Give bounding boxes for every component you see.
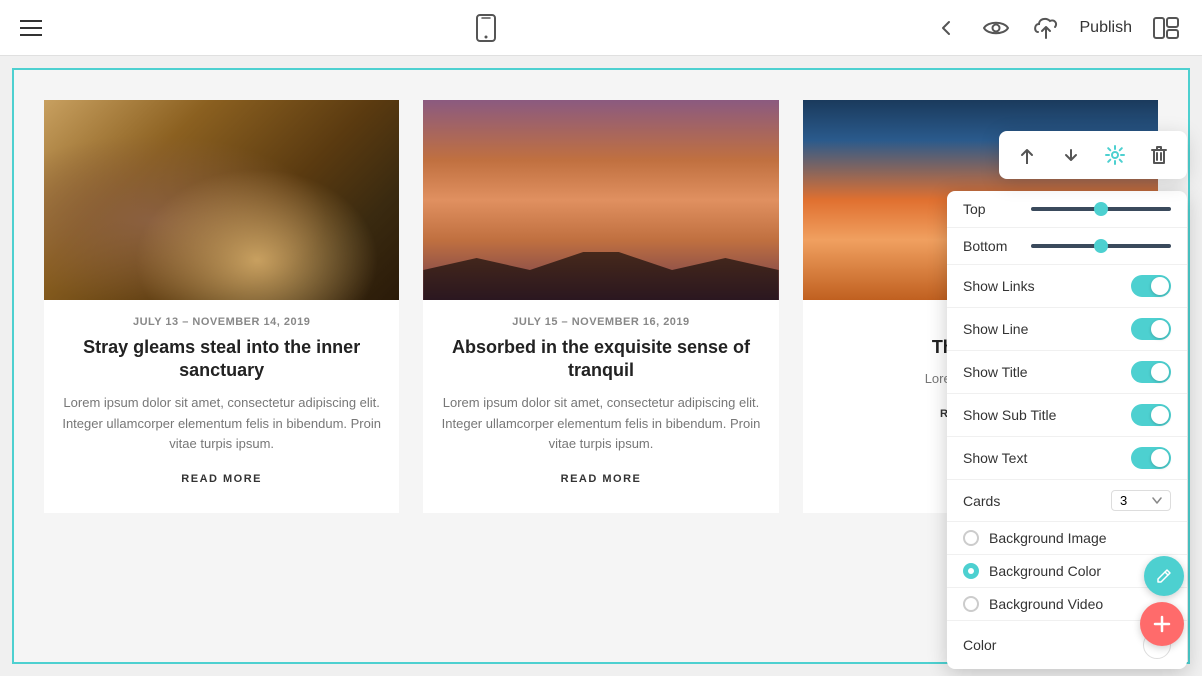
- card-1-image: [44, 100, 399, 300]
- settings-panel: Top Bottom Show Links Show Line Show Tit…: [947, 191, 1187, 669]
- bottom-slider-thumb[interactable]: [1094, 239, 1108, 253]
- bg-video-radio[interactable]: [963, 596, 979, 612]
- mobile-preview-icon[interactable]: [470, 12, 502, 44]
- card-2-text: Lorem ipsum dolor sit amet, consectetur …: [439, 393, 762, 455]
- bottom-label: Bottom: [963, 238, 1023, 254]
- show-text-row: Show Text: [947, 437, 1187, 480]
- move-down-button[interactable]: [1057, 141, 1085, 169]
- card-2-image: [423, 100, 778, 300]
- card-2: JULY 15 – NOVEMBER 16, 2019 Absorbed in …: [423, 100, 778, 513]
- show-title-row: Show Title: [947, 351, 1187, 394]
- navbar-center: [470, 12, 502, 44]
- show-line-row: Show Line: [947, 308, 1187, 351]
- card-2-content: JULY 15 – NOVEMBER 16, 2019 Absorbed in …: [423, 300, 778, 513]
- bg-color-label: Background Color: [989, 563, 1101, 579]
- card-1-text: Lorem ipsum dolor sit amet, consectetur …: [60, 393, 383, 455]
- bottom-slider[interactable]: [1031, 244, 1171, 248]
- navbar-right: Publish: [930, 12, 1182, 44]
- settings-gear-button[interactable]: [1101, 141, 1129, 169]
- show-text-label: Show Text: [963, 450, 1027, 466]
- publish-label: Publish: [1080, 19, 1132, 37]
- move-up-button[interactable]: [1013, 141, 1041, 169]
- chevron-down-icon: [1152, 497, 1162, 504]
- show-links-toggle[interactable]: [1131, 275, 1171, 297]
- back-icon[interactable]: [930, 12, 962, 44]
- show-subtitle-label: Show Sub Title: [963, 407, 1056, 423]
- navbar-left: [20, 20, 42, 36]
- card-1: JULY 13 – NOVEMBER 14, 2019 Stray gleams…: [44, 100, 399, 513]
- bg-image-radio[interactable]: [963, 530, 979, 546]
- fab-edit-button[interactable]: [1144, 556, 1184, 596]
- card-2-title: Absorbed in the exquisite sense of tranq…: [439, 336, 762, 383]
- bg-video-label: Background Video: [989, 596, 1103, 612]
- plus-icon: [1152, 614, 1172, 634]
- hamburger-menu[interactable]: [20, 20, 42, 36]
- fab-add-button[interactable]: [1140, 602, 1184, 646]
- top-slider-row: Top: [947, 191, 1187, 228]
- panel-toolbar: [999, 131, 1187, 179]
- bg-color-radio[interactable]: [963, 563, 979, 579]
- show-links-label: Show Links: [963, 278, 1035, 294]
- layout-icon[interactable]: [1150, 12, 1182, 44]
- bottom-slider-row: Bottom: [947, 228, 1187, 265]
- show-text-toggle[interactable]: [1131, 447, 1171, 469]
- card-1-date: JULY 13 – NOVEMBER 14, 2019: [60, 316, 383, 328]
- cards-select[interactable]: 3: [1111, 490, 1171, 511]
- bg-image-row[interactable]: Background Image: [947, 522, 1187, 555]
- top-slider[interactable]: [1031, 207, 1171, 211]
- show-title-label: Show Title: [963, 364, 1028, 380]
- cards-label: Cards: [963, 493, 1000, 509]
- show-subtitle-toggle[interactable]: [1131, 404, 1171, 426]
- bg-image-label: Background Image: [989, 530, 1107, 546]
- show-line-toggle[interactable]: [1131, 318, 1171, 340]
- card-1-read-more[interactable]: READ MORE: [181, 473, 262, 497]
- show-links-row: Show Links: [947, 265, 1187, 308]
- color-label: Color: [963, 637, 996, 653]
- top-label: Top: [963, 201, 1023, 217]
- card-2-date: JULY 15 – NOVEMBER 16, 2019: [439, 316, 762, 328]
- navbar: Publish: [0, 0, 1202, 56]
- show-line-label: Show Line: [963, 321, 1028, 337]
- show-title-toggle[interactable]: [1131, 361, 1171, 383]
- card-1-content: JULY 13 – NOVEMBER 14, 2019 Stray gleams…: [44, 300, 399, 513]
- top-slider-thumb[interactable]: [1094, 202, 1108, 216]
- cards-row: Cards 3: [947, 480, 1187, 522]
- cards-value: 3: [1120, 493, 1127, 508]
- show-subtitle-row: Show Sub Title: [947, 394, 1187, 437]
- delete-button[interactable]: [1145, 141, 1173, 169]
- upload-icon[interactable]: [1030, 12, 1062, 44]
- card-2-read-more[interactable]: READ MORE: [561, 473, 642, 497]
- publish-button[interactable]: Publish: [1080, 19, 1132, 37]
- card-1-title: Stray gleams steal into the inner sanctu…: [60, 336, 383, 383]
- preview-eye-icon[interactable]: [980, 12, 1012, 44]
- main-content: JULY 13 – NOVEMBER 14, 2019 Stray gleams…: [0, 56, 1202, 676]
